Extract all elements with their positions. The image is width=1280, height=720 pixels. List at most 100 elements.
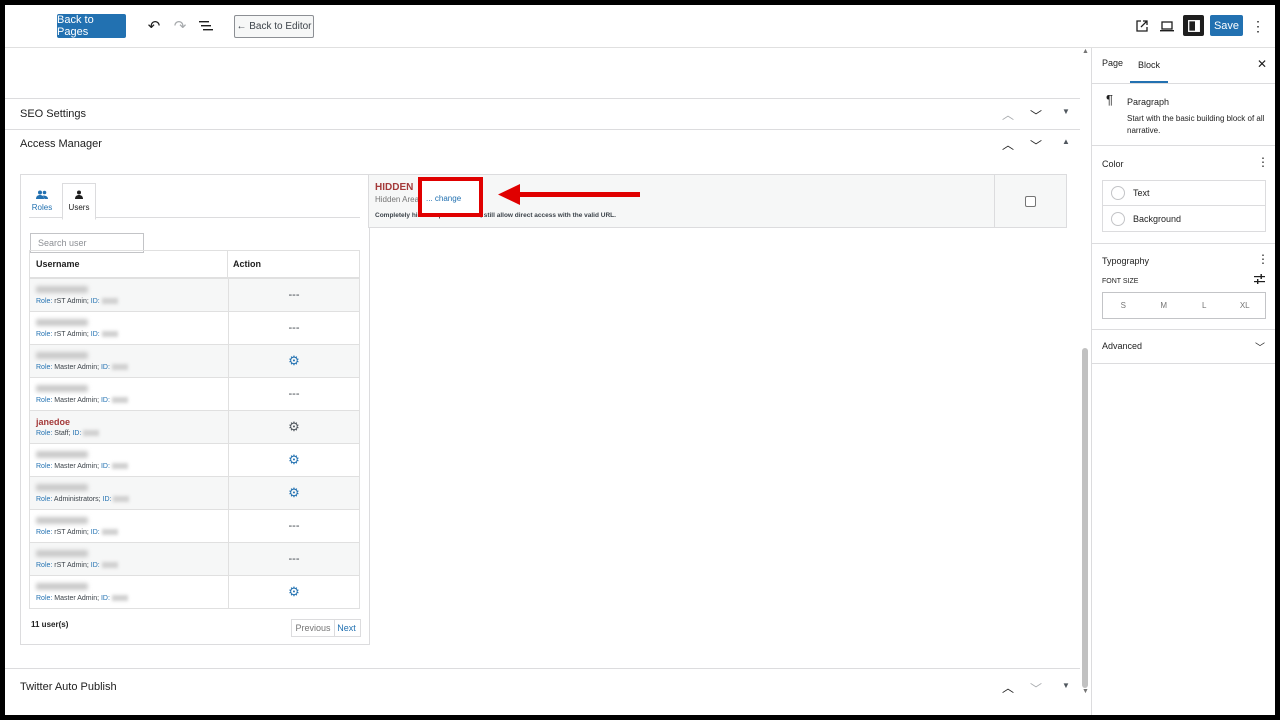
redacted-id bbox=[111, 595, 128, 602]
tab-roles[interactable]: Roles bbox=[28, 183, 56, 219]
font-size-s[interactable]: S bbox=[1103, 293, 1144, 318]
user-role: Role: Administrators; ID: bbox=[36, 496, 130, 503]
color-title: Color bbox=[1102, 159, 1124, 169]
background-color-option[interactable]: Background bbox=[1102, 206, 1266, 232]
move-down-icon[interactable]: ﹀ bbox=[1030, 680, 1042, 697]
id-label: ID: bbox=[100, 397, 110, 404]
seo-settings-panel[interactable]: SEO Settings ︿ ﹀ ▼ bbox=[5, 98, 1080, 130]
tab-block[interactable]: Block bbox=[1130, 48, 1168, 83]
gear-icon[interactable]: ⚙ bbox=[288, 419, 300, 435]
content-blank-area bbox=[5, 48, 1080, 99]
redacted-id bbox=[101, 529, 118, 536]
close-icon[interactable]: ✕ bbox=[1257, 57, 1267, 71]
color-options-icon[interactable]: ⋮ bbox=[1257, 155, 1269, 169]
list-view-icon[interactable] bbox=[197, 16, 215, 36]
back-to-editor-button[interactable]: ← Back to Editor bbox=[234, 15, 314, 38]
change-link[interactable]: ... change bbox=[426, 194, 461, 203]
gear-icon[interactable]: ⚙ bbox=[288, 452, 300, 468]
seo-settings-title: SEO Settings bbox=[20, 108, 87, 120]
redacted-username bbox=[36, 451, 88, 458]
gear-icon[interactable]: ⚙ bbox=[288, 584, 300, 600]
role-value: rST Admin bbox=[54, 529, 87, 536]
user-role: Role: rST Admin; ID: bbox=[36, 562, 118, 569]
table-header: Username Action bbox=[29, 250, 360, 279]
role-value: Master Admin bbox=[54, 595, 98, 602]
role-value: Administrators bbox=[53, 496, 99, 503]
hidden-subtitle: Hidden Area bbox=[375, 195, 420, 204]
username-link[interactable]: janedoe bbox=[36, 417, 70, 427]
gear-icon[interactable]: ⚙ bbox=[288, 485, 300, 501]
tab-roles-label: Roles bbox=[31, 203, 53, 212]
redo-icon[interactable]: ↷ bbox=[171, 16, 189, 36]
redacted-id bbox=[101, 562, 118, 569]
user-role: Role: Staff; ID: bbox=[36, 430, 100, 437]
user-icon bbox=[63, 190, 95, 201]
more-options-icon[interactable]: ⋮ bbox=[1251, 16, 1265, 36]
scroll-down-icon[interactable]: ▼ bbox=[1082, 688, 1089, 695]
color-swatch-icon bbox=[1111, 186, 1125, 200]
move-down-icon[interactable]: ﹀ bbox=[1030, 107, 1042, 124]
undo-icon[interactable]: ↶ bbox=[145, 16, 163, 36]
font-size-settings-icon[interactable] bbox=[1254, 274, 1265, 287]
typography-options-icon[interactable]: ⋮ bbox=[1257, 252, 1269, 266]
role-label: Role: bbox=[36, 529, 53, 536]
role-value: Master Admin bbox=[54, 463, 98, 470]
hidden-checkbox[interactable] bbox=[1025, 196, 1036, 207]
toggle-panel-icon[interactable]: ▼ bbox=[1062, 107, 1070, 116]
scroll-up-icon[interactable]: ▲ bbox=[1082, 48, 1089, 55]
column-action: Action bbox=[233, 259, 261, 269]
id-label: ID: bbox=[90, 529, 100, 536]
username-cell: Role: rST Admin; ID: bbox=[30, 312, 229, 344]
role-label: Role: bbox=[36, 364, 53, 371]
move-up-icon[interactable]: ︿ bbox=[1002, 136, 1014, 153]
external-link-icon[interactable] bbox=[1132, 16, 1152, 36]
previous-button[interactable]: Previous bbox=[291, 619, 335, 637]
move-up-icon[interactable]: ︿ bbox=[1002, 679, 1014, 696]
twitter-auto-publish-title: Twitter Auto Publish bbox=[20, 681, 117, 693]
user-count: 11 user(s) bbox=[31, 620, 69, 629]
toggle-panel-icon[interactable]: ▲ bbox=[1062, 137, 1070, 146]
chevron-down-icon[interactable]: ﹀ bbox=[1255, 339, 1265, 354]
role-label: Role: bbox=[36, 397, 53, 404]
role-label: Role: bbox=[36, 595, 53, 602]
toggle-panel-icon[interactable]: ▼ bbox=[1062, 681, 1070, 690]
editor-window: Back to Pages ↶ ↷ ← Back to Editor Save … bbox=[5, 5, 1275, 715]
user-role: Role: Master Admin; ID: bbox=[36, 364, 128, 371]
id-label: ID: bbox=[100, 364, 110, 371]
next-button[interactable]: Next bbox=[333, 619, 361, 637]
id-label: ID: bbox=[100, 463, 110, 470]
preview-device-icon[interactable] bbox=[1157, 16, 1177, 36]
advanced-section[interactable]: Advanced ﹀ bbox=[1092, 329, 1275, 364]
username-cell: Role: Master Admin; ID: bbox=[30, 444, 229, 476]
text-color-option[interactable]: Text bbox=[1102, 180, 1266, 206]
column-username: Username bbox=[30, 251, 228, 277]
table-body: Role: rST Admin; ID: --- Role: rST Admin;… bbox=[29, 279, 360, 609]
username-cell: Role: Administrators; ID: bbox=[30, 477, 229, 509]
block-name: Paragraph bbox=[1127, 97, 1170, 107]
back-to-pages-button[interactable]: Back to Pages bbox=[57, 14, 126, 38]
table-row: Role: Master Admin; ID: ⚙ bbox=[29, 444, 360, 477]
color-section: Color ⋮ Text Background bbox=[1092, 145, 1275, 244]
user-role: Role: rST Admin; ID: bbox=[36, 331, 118, 338]
background-color-label: Background bbox=[1133, 213, 1182, 224]
tab-page[interactable]: Page bbox=[1102, 58, 1123, 68]
role-value: rST Admin bbox=[54, 562, 87, 569]
role-label: Role: bbox=[36, 463, 53, 470]
id-label: ID: bbox=[90, 562, 100, 569]
font-size-xl[interactable]: XL bbox=[1225, 293, 1266, 318]
scrollbar-thumb[interactable] bbox=[1082, 348, 1088, 688]
tab-users[interactable]: Users bbox=[62, 183, 96, 220]
font-size-m[interactable]: M bbox=[1144, 293, 1185, 318]
move-up-icon[interactable]: ︿ bbox=[1002, 106, 1014, 123]
highlight-box: ... change bbox=[418, 177, 483, 217]
role-label: Role: bbox=[36, 562, 53, 569]
move-down-icon[interactable]: ﹀ bbox=[1030, 137, 1042, 154]
font-size-l[interactable]: L bbox=[1184, 293, 1225, 318]
twitter-auto-publish-panel[interactable]: Twitter Auto Publish ︿ ﹀ ▼ bbox=[5, 668, 1080, 709]
block-description: Start with the basic building block of a… bbox=[1127, 114, 1265, 135]
gear-icon[interactable]: ⚙ bbox=[288, 353, 300, 369]
save-button[interactable]: Save bbox=[1210, 15, 1243, 36]
action-cell: --- bbox=[229, 312, 359, 344]
settings-sidebar-toggle-icon[interactable] bbox=[1183, 15, 1204, 36]
action-cell: --- bbox=[229, 378, 359, 410]
